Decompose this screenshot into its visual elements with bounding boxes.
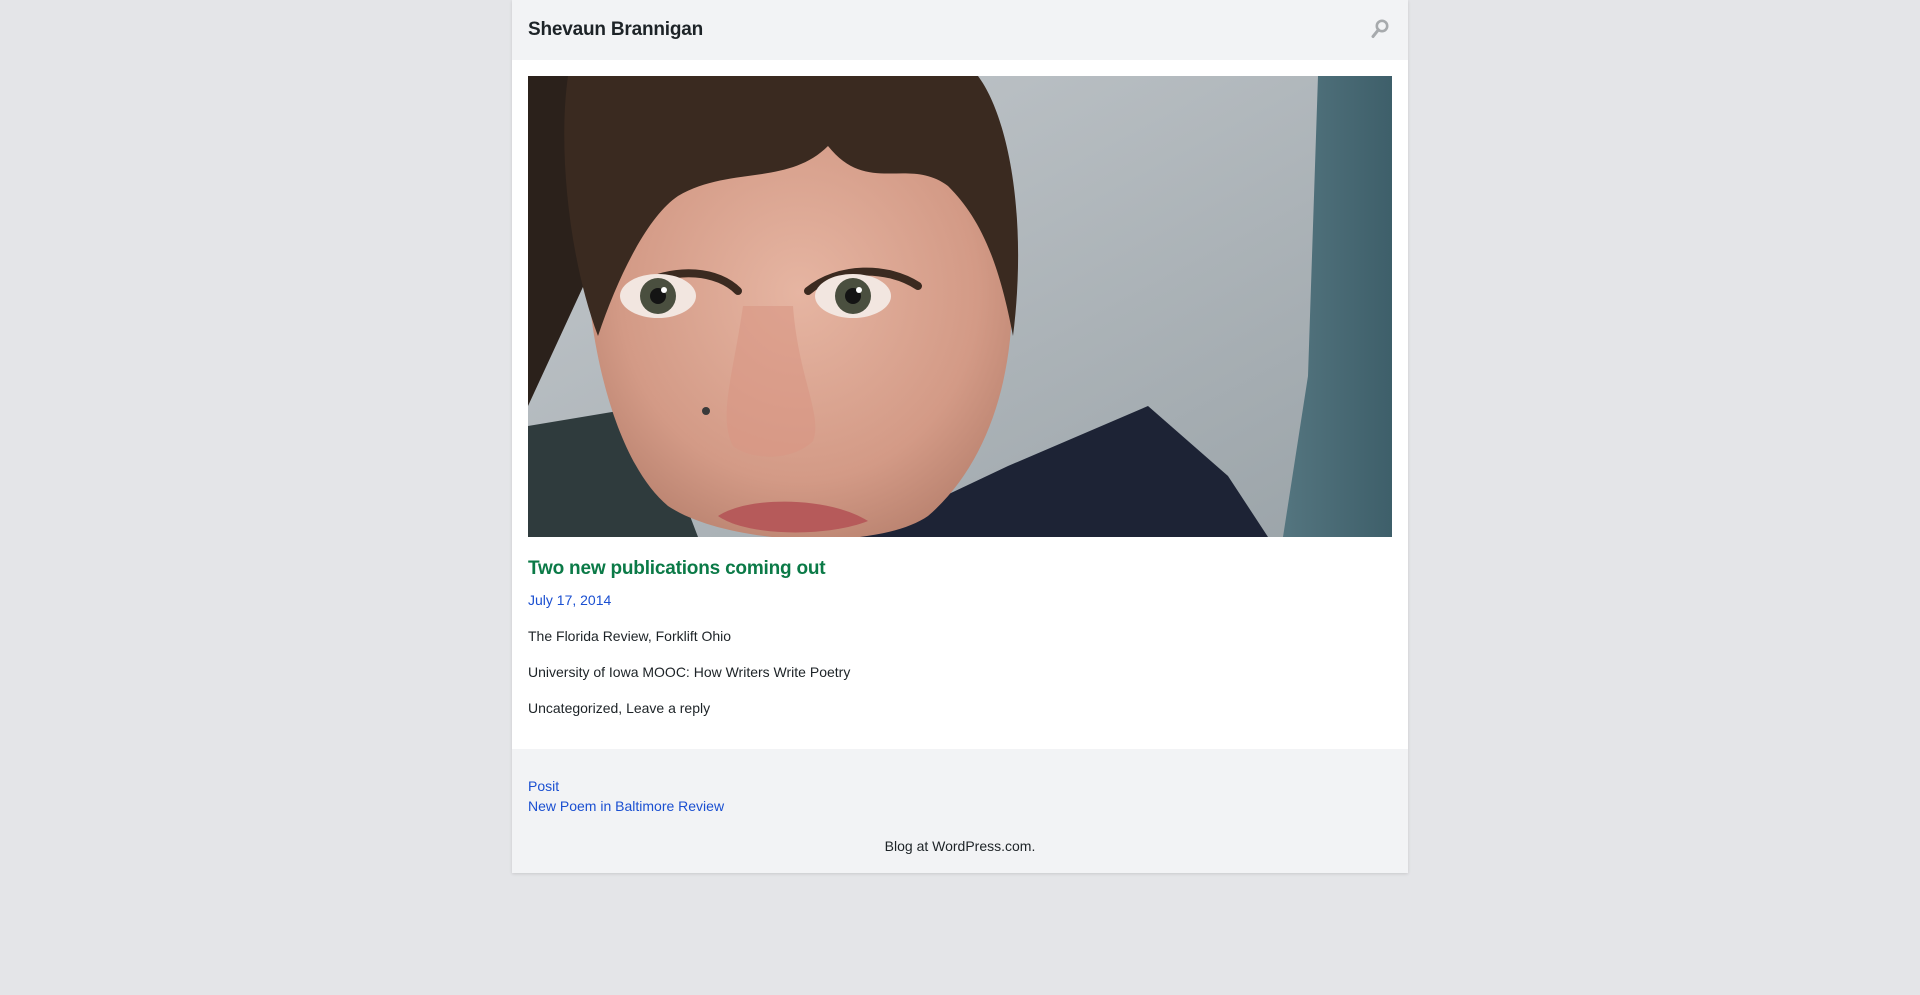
page-container: Shevaun Brannigan Two new publications c… [512,0,1408,873]
featured-image[interactable] [528,76,1392,537]
post-date[interactable]: July 17, 2014 [528,591,1392,609]
leave-reply-link[interactable]: Leave a reply [626,700,710,716]
post-paragraph: The Florida Review, Forklift Ohio [528,628,732,644]
site-footer: Blog at WordPress.com. [512,838,1408,854]
post-navigation: Posit New Poem in Baltimore Review [512,749,1408,873]
next-post-link[interactable]: New Poem in Baltimore Review [528,796,1408,816]
post-title[interactable]: Two new publications coming out [528,557,1392,581]
masthead: Shevaun Brannigan [512,0,1408,60]
search-icon[interactable] [1368,16,1394,42]
post-meta: Uncategorized, Leave a reply [528,699,1392,717]
footer-credit-link[interactable]: Blog at WordPress.com. [885,838,1036,854]
post-paragraph: University of Iowa MOOC: How Writers Wri… [528,664,851,680]
post-content: The Florida Review, Forklift Ohio Univer… [528,627,1392,681]
category-link[interactable]: Uncategorized [528,700,618,716]
previous-post-link[interactable]: Posit [528,776,1408,796]
main-content: Two new publications coming out July 17,… [512,60,1408,717]
post-article: Two new publications coming out July 17,… [528,76,1392,717]
meta-separator: , [618,700,627,716]
site-title[interactable]: Shevaun Brannigan [528,19,703,41]
